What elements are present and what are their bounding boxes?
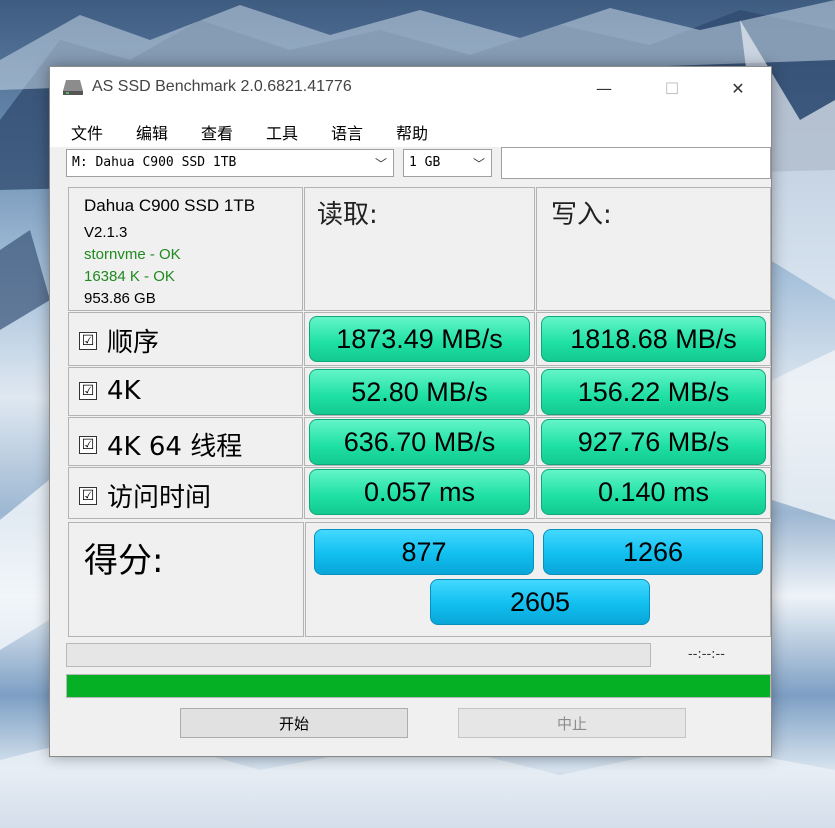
overall-progress-fill <box>67 675 770 697</box>
drive-capacity: 953.86 GB <box>84 290 156 307</box>
menu-tools[interactable]: 工具 <box>266 120 298 144</box>
chevron-down-icon: ﹀ <box>374 157 387 171</box>
chevron-down-icon: ﹀ <box>472 157 485 171</box>
drive-info-panel: Dahua C900 SSD 1TB V2.1.3 stornvme - OK … <box>68 187 303 311</box>
write-score: 1266 <box>543 529 763 575</box>
test-row-label-seq[interactable]: ☑ 顺序 <box>68 312 303 366</box>
text-field[interactable] <box>501 147 771 179</box>
4k64-read-result: 636.70 MB/s <box>309 419 530 465</box>
window-title: AS SSD Benchmark 2.0.6821.41776 <box>92 78 352 95</box>
menu-file[interactable]: 文件 <box>71 120 103 144</box>
access-read-result: 0.057 ms <box>309 469 530 515</box>
score-label-cell: 得分: <box>68 522 304 637</box>
menu-help[interactable]: 帮助 <box>396 120 428 144</box>
test-label: 4K <box>107 376 141 406</box>
checkbox-seq[interactable]: ☑ <box>79 331 97 350</box>
total-score: 2605 <box>430 579 650 625</box>
firmware-version: V2.1.3 <box>84 224 128 241</box>
4k64-write-result: 927.76 MB/s <box>541 419 766 465</box>
close-button[interactable]: ✕ <box>715 67 761 109</box>
drive-select[interactable]: M: Dahua C900 SSD 1TB ﹀ <box>66 149 394 177</box>
read-score: 877 <box>314 529 534 575</box>
drive-name: Dahua C900 SSD 1TB <box>84 196 256 215</box>
checkbox-4k[interactable]: ☑ <box>79 382 97 400</box>
read-header-cell: 读取: <box>304 187 535 311</box>
test-label: 顺序 <box>107 328 160 358</box>
alignment-status: 16384 K - OK <box>84 268 175 285</box>
seq-read-result: 1873.49 MB/s <box>309 316 530 362</box>
test-row-label-4k64[interactable]: ☑ 4K 64 线程 <box>68 417 303 466</box>
menu-language[interactable]: 语言 <box>331 120 363 144</box>
checkbox-access[interactable]: ☑ <box>79 486 97 505</box>
write-column-header: 写入: <box>551 200 612 230</box>
start-button[interactable]: 开始 <box>180 708 408 738</box>
stop-button[interactable]: 中止 <box>458 708 686 738</box>
write-header-cell: 写入: <box>536 187 771 311</box>
read-column-header: 读取: <box>317 200 378 230</box>
menu-edit[interactable]: 编辑 <box>136 120 168 144</box>
maximize-button[interactable]: ☐ <box>649 67 695 109</box>
4k-write-result: 156.22 MB/s <box>541 369 766 415</box>
seq-write-result: 1818.68 MB/s <box>541 316 766 362</box>
4k-read-result: 52.80 MB/s <box>309 369 530 415</box>
test-label: 4K 64 线程 <box>107 432 243 462</box>
size-select[interactable]: 1 GB ﹀ <box>403 149 492 177</box>
minimize-button[interactable]: — <box>581 67 627 109</box>
test-label: 访问时间 <box>107 483 212 513</box>
test-row-label-4k[interactable]: ☑ 4K <box>68 367 303 416</box>
checkbox-4k64[interactable]: ☑ <box>79 435 97 454</box>
driver-status: stornvme - OK <box>84 246 181 263</box>
access-write-result: 0.140 ms <box>541 469 766 515</box>
menu-bar: 文件 编辑 查看 工具 语言 帮助 <box>50 109 771 147</box>
menu-view[interactable]: 查看 <box>201 120 233 144</box>
size-select-value: 1 GB <box>409 155 441 170</box>
drive-select-value: M: Dahua C900 SSD 1TB <box>72 155 237 170</box>
elapsed-time: --:--:-- <box>688 647 725 662</box>
score-label: 得分: <box>84 541 164 581</box>
drive-icon <box>63 80 83 95</box>
main-window: AS SSD Benchmark 2.0.6821.41776 — ☐ ✕ 文件… <box>49 66 772 757</box>
test-row-label-access[interactable]: ☑ 访问时间 <box>68 467 303 519</box>
overall-progress-bar <box>66 674 771 698</box>
test-progress-bar <box>66 643 651 667</box>
title-bar: AS SSD Benchmark 2.0.6821.41776 — ☐ ✕ <box>50 67 771 109</box>
